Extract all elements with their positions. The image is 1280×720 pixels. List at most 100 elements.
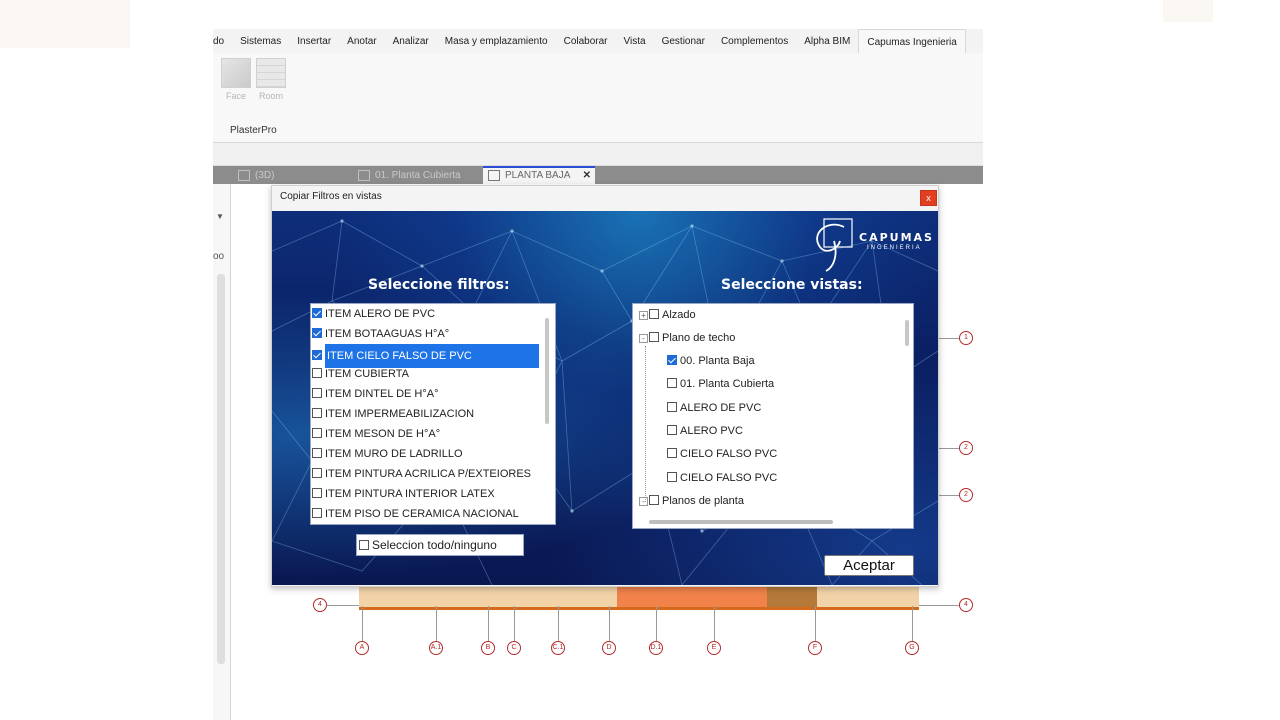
tree-node-view[interactable]: ALERO PVC <box>667 421 743 441</box>
filter-item[interactable]: ITEM BOTAAGUAS H°A° <box>312 324 449 344</box>
tree-node-view[interactable]: CIELO FALSO PVC <box>667 444 777 464</box>
checkbox[interactable] <box>312 468 322 478</box>
views-tree[interactable]: + Alzado - Plano de techo 00. Planta Baja … <box>632 303 914 529</box>
tree-label: 01. Planta Cubierta <box>680 378 775 390</box>
accept-button[interactable]: Aceptar <box>824 555 914 576</box>
ribbon-panel: Face Room PlasterPro <box>213 53 983 143</box>
ribbon-tab-insertar[interactable]: Insertar <box>289 29 339 53</box>
checkbox[interactable] <box>649 332 659 342</box>
collapse-icon[interactable]: - <box>639 334 648 343</box>
tree-node-plano-techo[interactable]: - Plano de techo <box>639 328 735 348</box>
ribbon-tab-colaborar[interactable]: Colaborar <box>556 29 616 53</box>
filter-label: ITEM MURO DE LADRILLO <box>325 448 463 460</box>
checkbox[interactable] <box>667 425 677 435</box>
tree-label: Plano de techo <box>662 332 736 344</box>
checkbox[interactable] <box>667 448 677 458</box>
grid-bubble: 4 <box>959 598 973 612</box>
tree-node-view[interactable]: CIELO FALSO PVC <box>667 468 777 488</box>
ribbon-tab-alpha-bim[interactable]: Alpha BIM <box>796 29 858 53</box>
checkbox[interactable] <box>312 488 322 498</box>
grid-bubble: E <box>707 641 721 655</box>
checkbox[interactable] <box>312 388 322 398</box>
checkbox[interactable] <box>312 350 322 360</box>
ribbon-tab-do[interactable]: do <box>213 29 232 53</box>
browser-text: oo <box>213 251 225 262</box>
dialog-close-button[interactable]: x <box>920 190 937 206</box>
close-tab-icon[interactable]: ✕ <box>583 170 591 181</box>
checkbox[interactable] <box>312 448 322 458</box>
filter-item[interactable]: ITEM MESON DE H°A° <box>312 424 440 444</box>
view-tab-label: 01. Planta Cubierta <box>375 170 461 181</box>
tree-label: 00. Planta Baja <box>680 355 755 367</box>
grid-bubble: 4 <box>313 598 327 612</box>
filters-scrollbar[interactable] <box>545 318 549 424</box>
checkbox[interactable] <box>312 368 322 378</box>
checkbox[interactable] <box>312 428 322 438</box>
room-button[interactable]: Room <box>254 58 288 101</box>
highlighted-wall <box>617 586 767 607</box>
views-hscrollbar[interactable] <box>649 520 833 524</box>
background-patch <box>1163 0 1213 22</box>
browser-scrollbar[interactable] <box>217 274 225 664</box>
checkbox[interactable] <box>649 309 659 319</box>
filter-item[interactable]: ITEM PINTURA ACRILICA P/EXTEIORES <box>312 464 531 484</box>
filter-item[interactable]: ITEM IMPERMEABILIZACION <box>312 404 474 424</box>
tree-connector <box>645 346 646 502</box>
filter-label: ITEM IMPERMEABILIZACION <box>325 408 475 420</box>
checkbox[interactable] <box>359 540 369 550</box>
grid-line <box>609 606 610 642</box>
view-tab-3d[interactable]: (3D) <box>233 168 353 184</box>
ribbon-tab-sistemas[interactable]: Sistemas <box>232 29 289 53</box>
checkbox[interactable] <box>667 378 677 388</box>
filter-item[interactable]: ITEM PINTURA INTERIOR LATEX <box>312 484 495 504</box>
ribbon-tab-analizar[interactable]: Analizar <box>385 29 437 53</box>
checkbox[interactable] <box>667 402 677 412</box>
ribbon-tab-masa[interactable]: Masa y emplazamiento <box>437 29 556 53</box>
ribbon-tab-anotar[interactable]: Anotar <box>339 29 384 53</box>
grid-bubble: 2 <box>959 441 973 455</box>
checkbox[interactable] <box>312 508 322 518</box>
grid-line <box>656 606 657 642</box>
filter-item[interactable]: ITEM PISO DE CERAMICA NACIONAL <box>312 504 519 524</box>
ribbon-tab-gestionar[interactable]: Gestionar <box>654 29 713 53</box>
filter-label: ITEM ALERO DE PVC <box>325 308 436 320</box>
checkbox[interactable] <box>312 328 322 338</box>
ribbon-tab-capumas[interactable]: Capumas Ingenieria <box>858 29 966 53</box>
grid-line <box>558 606 559 642</box>
filter-item[interactable]: ITEM ALERO DE PVC <box>312 304 435 324</box>
view-tab-planta-cubierta[interactable]: 01. Planta Cubierta <box>353 168 483 184</box>
filters-list[interactable]: ITEM ALERO DE PVC ITEM BOTAAGUAS H°A° IT… <box>310 303 556 525</box>
room-icon <box>256 58 286 88</box>
options-bar <box>213 143 983 166</box>
select-all-label: Seleccion todo/ninguno <box>372 538 497 552</box>
checkbox[interactable] <box>312 308 322 318</box>
filter-item[interactable]: ITEM MURO DE LADRILLO <box>312 444 463 464</box>
filter-label: ITEM DINTEL DE H°A° <box>325 388 439 400</box>
filter-label: ITEM BOTAAGUAS H°A° <box>325 328 450 340</box>
grid-line <box>514 606 515 642</box>
views-title: Seleccione vistas: <box>721 277 863 293</box>
tree-node-view[interactable]: 00. Planta Baja <box>667 351 755 371</box>
views-vscrollbar[interactable] <box>905 320 909 346</box>
filter-item[interactable]: ITEM CUBIERTA <box>312 364 409 384</box>
tree-node-view[interactable]: ALERO DE PVC <box>667 398 761 418</box>
face-button[interactable]: Face <box>219 58 253 101</box>
checkbox[interactable] <box>667 355 677 365</box>
expand-icon[interactable]: + <box>639 311 648 320</box>
checkbox[interactable] <box>667 472 677 482</box>
grid-bubble: C.1 <box>551 641 565 655</box>
filter-item-selected[interactable]: ITEM CIELO FALSO DE PVC <box>312 344 541 368</box>
tree-node-planos-planta[interactable]: - Planos de planta <box>639 491 744 511</box>
filter-item[interactable]: ITEM DINTEL DE H°A° <box>312 384 439 404</box>
wall-element[interactable] <box>359 584 919 610</box>
view-tab-planta-baja[interactable]: PLANTA BAJA ✕ <box>483 166 595 184</box>
collapse-icon[interactable]: - <box>639 497 648 506</box>
checkbox[interactable] <box>649 495 659 505</box>
tree-node-view[interactable]: 01. Planta Cubierta <box>667 374 774 394</box>
ribbon-tab-vista[interactable]: Vista <box>616 29 654 53</box>
checkbox[interactable] <box>312 408 322 418</box>
ribbon-tab-complementos[interactable]: Complementos <box>713 29 796 53</box>
tree-node-alzado[interactable]: + Alzado <box>639 305 696 325</box>
select-all-checkbox[interactable]: Seleccion todo/ninguno <box>356 534 524 556</box>
dropdown-arrow-icon[interactable]: ▼ <box>216 212 224 221</box>
